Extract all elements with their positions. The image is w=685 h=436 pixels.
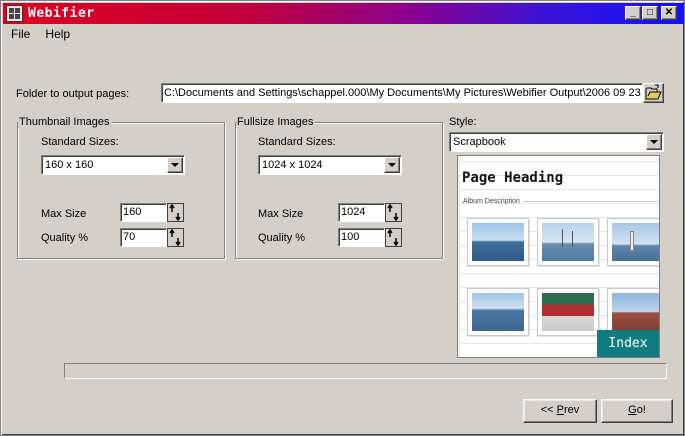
spinner-arrows-icon (169, 228, 181, 247)
app-icon[interactable] (6, 5, 23, 22)
browse-folder-button[interactable] (643, 83, 664, 103)
chevron-down-icon[interactable] (384, 157, 400, 173)
minimize-button[interactable]: _ (625, 6, 641, 20)
open-folder-icon (645, 84, 662, 100)
fullsize-max-size-spinner[interactable] (385, 203, 402, 222)
fullsize-quality-spinner[interactable] (385, 228, 402, 247)
app-window: Webifier _ □ ✕ File Help Folder to outpu… (0, 0, 685, 436)
prev-button-rest: rev (563, 404, 580, 416)
window-title: Webifier (28, 6, 95, 21)
menu-file[interactable]: File (5, 26, 36, 42)
fullsize-standard-size-select[interactable]: 1024 x 1024 (258, 155, 402, 175)
prev-button-mnemonic: P (556, 404, 564, 416)
progress-bar (64, 363, 667, 379)
menu-bar: File Help (5, 26, 76, 43)
go-button-mnemonic: G (628, 404, 637, 416)
harbor-photo (472, 223, 524, 261)
maximize-button[interactable]: □ (642, 6, 658, 20)
style-select[interactable]: Scrapbook (449, 132, 664, 152)
thumbnail-quality-spinner[interactable] (167, 228, 184, 247)
style-label: Style: (449, 116, 477, 128)
fullsize-max-size-label: Max Size (258, 208, 304, 220)
preview-thumbnail (607, 288, 659, 336)
menu-help[interactable]: Help (39, 26, 76, 42)
preview-page-heading: Page Heading (462, 170, 564, 186)
preview-thumbnail (537, 218, 599, 266)
fullsize-standard-size-value: 1024 x 1024 (262, 159, 323, 171)
style-select-value: Scrapbook (453, 136, 506, 148)
thumbnail-quality-label: Quality % (41, 232, 89, 244)
fullsize-group-title: Fullsize Images (236, 116, 316, 128)
thumbnail-max-size-spinner[interactable] (167, 203, 184, 222)
thumbnail-standard-sizes-label: Standard Sizes: (41, 136, 119, 148)
chevron-down-icon[interactable] (646, 134, 662, 150)
thumbnail-quality-input[interactable]: 70 (120, 228, 167, 247)
spinner-arrows-icon (169, 203, 181, 222)
go-button[interactable]: Go! (601, 399, 673, 423)
thumbnail-group-title: Thumbnail Images (18, 116, 112, 128)
thumbnail-standard-size-select[interactable]: 160 x 160 (41, 155, 185, 175)
sailboats-photo (542, 223, 594, 261)
chevron-down-icon[interactable] (167, 157, 183, 173)
building-photo (612, 293, 659, 331)
thumbnail-max-size-input[interactable]: 160 (120, 203, 167, 222)
fullsize-quality-input[interactable]: 100 (338, 228, 385, 247)
preview-album-description-text: Album Description (463, 198, 520, 205)
coastline-photo (472, 293, 524, 331)
prev-button-prefix: << (540, 404, 557, 416)
preview-thumbnail (607, 218, 659, 266)
go-button-rest: o! (636, 404, 646, 416)
spinner-arrows-icon (387, 228, 399, 247)
boston-sign-photo (542, 293, 594, 331)
fullsize-max-size-input[interactable]: 1024 (338, 203, 385, 222)
preview-album-description: Album Description (463, 198, 658, 205)
thumbnail-max-size-label: Max Size (41, 208, 87, 220)
prev-button[interactable]: << Prev (523, 399, 597, 423)
close-button[interactable]: ✕ (661, 6, 677, 20)
preview-thumbnail (467, 288, 529, 336)
output-folder-input[interactable]: C:\Documents and Settings\schappel.000\M… (161, 83, 643, 103)
thumbnail-standard-size-value: 160 x 160 (45, 159, 94, 171)
preview-thumbnail (537, 288, 599, 336)
output-folder-label: Folder to output pages: (16, 88, 130, 100)
lighthouse-photo (612, 223, 659, 261)
title-bar[interactable]: Webifier _ □ ✕ (3, 3, 684, 24)
preview-index-button: Index (597, 330, 659, 357)
spinner-arrows-icon (387, 203, 399, 222)
fullsize-quality-label: Quality % (258, 232, 306, 244)
style-preview: Page Heading Album Description Index (457, 155, 660, 358)
preview-thumbnail (467, 218, 529, 266)
fullsize-standard-sizes-label: Standard Sizes: (258, 136, 336, 148)
